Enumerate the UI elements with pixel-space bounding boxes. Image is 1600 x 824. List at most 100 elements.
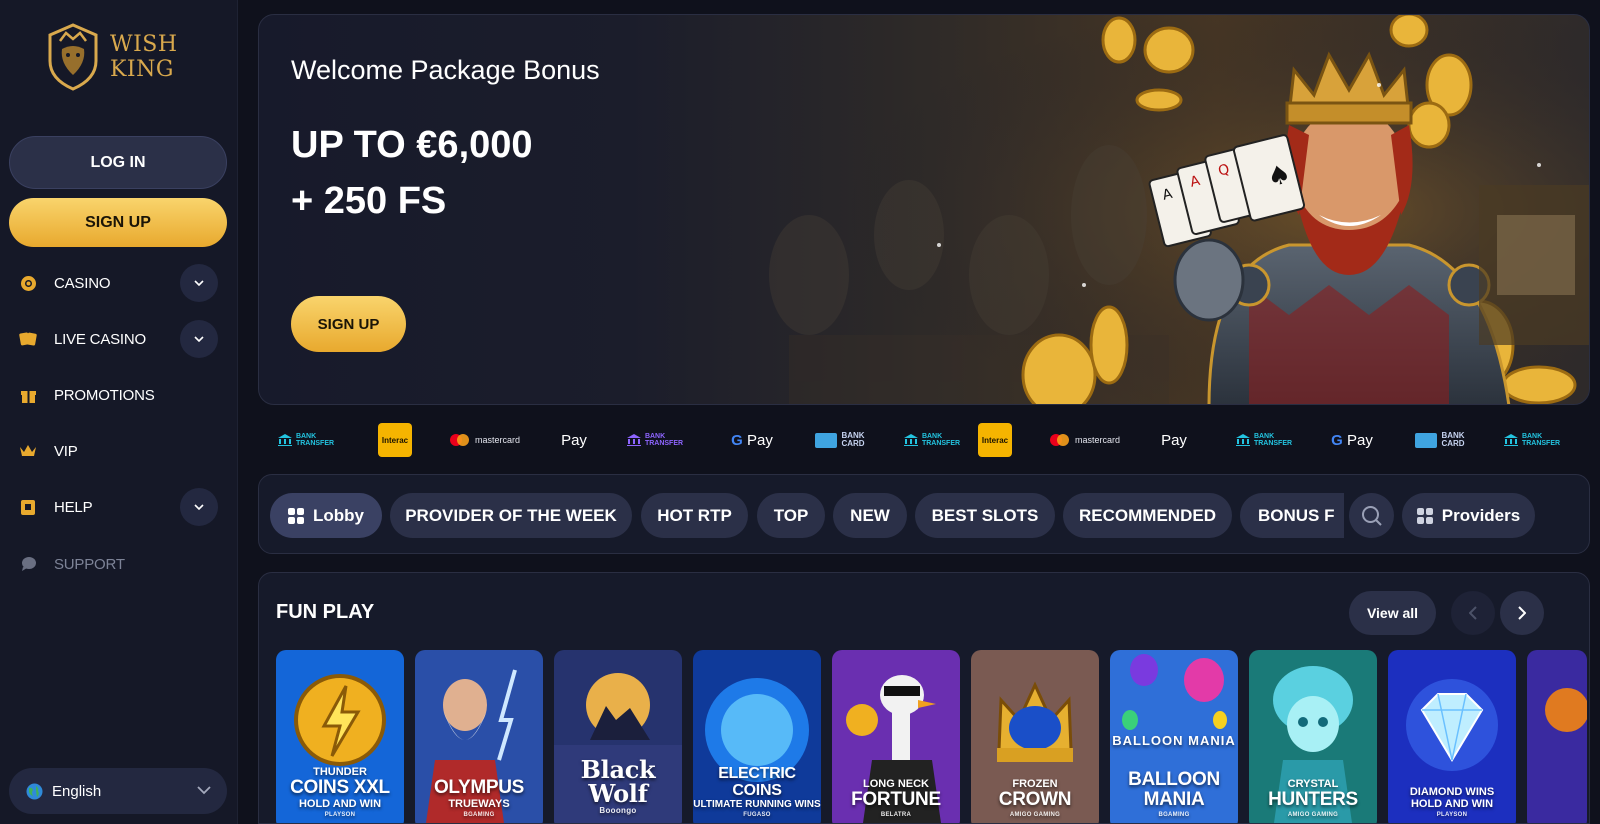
game-thumbnail bbox=[1527, 650, 1587, 823]
payment-label: Pay bbox=[1161, 431, 1187, 449]
tab-provider-of-the-week[interactable]: PROVIDER OF THE WEEK bbox=[390, 493, 632, 538]
game-title-pre: DIAMOND WINS bbox=[1409, 786, 1495, 798]
chevron-down-icon[interactable] bbox=[180, 320, 218, 358]
game-title-sub: TRUEWAYS bbox=[448, 798, 510, 810]
carousel-next-button[interactable] bbox=[1500, 591, 1544, 635]
sidebar-item-live-casino[interactable]: LIVE CASINO bbox=[18, 319, 220, 359]
sidebar-item-help[interactable]: HELP bbox=[18, 487, 220, 527]
payment-label: BANK bbox=[644, 433, 666, 440]
chevron-down-icon[interactable] bbox=[180, 488, 218, 526]
card-icon bbox=[815, 432, 838, 448]
game-card[interactable] bbox=[1527, 650, 1587, 823]
game-card[interactable]: THUNDER COINS XXL HOLD AND WIN PLAYSON bbox=[276, 650, 404, 823]
bank-transfer-logo: BANK TRANSFER bbox=[626, 418, 683, 462]
brand-logo[interactable]: WISH KING bbox=[44, 20, 194, 94]
game-card[interactable]: BALLOON MANIA BALLOON MANIA BGAMING bbox=[1110, 650, 1238, 823]
bank-transfer-logo: BANK TRANSFER bbox=[902, 418, 962, 462]
game-card[interactable]: OLYMPUS TRUEWAYS BGAMING bbox=[415, 650, 543, 823]
language-selector[interactable]: English bbox=[9, 768, 227, 814]
game-card[interactable]: Black Wolf Booongo bbox=[554, 650, 682, 823]
tab-label: Lobby bbox=[313, 505, 364, 525]
cards-icon bbox=[18, 329, 38, 349]
game-provider: BGAMING bbox=[463, 812, 495, 818]
payment-label: Interac bbox=[378, 423, 412, 457]
tab-bonus[interactable]: BONUS F bbox=[1240, 493, 1344, 538]
game-provider: PLAYSON bbox=[324, 812, 356, 818]
sidebar-item-label: CASINO bbox=[54, 274, 111, 292]
payment-label: TRANSFER bbox=[644, 440, 684, 447]
game-title: THUNDER COINS XXL HOLD AND WIN PLAYSON bbox=[276, 766, 404, 820]
sidebar-item-vip[interactable]: VIP bbox=[18, 431, 220, 471]
providers-button[interactable]: Providers bbox=[1402, 493, 1535, 538]
games-carousel: THUNDER COINS XXL HOLD AND WIN PLAYSON O… bbox=[276, 650, 1589, 823]
game-title: CRYSTAL HUNTERS AMIGO GAMING bbox=[1249, 778, 1377, 820]
apple-pay-logo: Pay bbox=[554, 418, 594, 462]
sidebar-item-promotions[interactable]: PROMOTIONS bbox=[18, 375, 220, 415]
game-card[interactable]: LONG NECK FORTUNE BELATRA bbox=[832, 650, 960, 823]
search-button[interactable] bbox=[1349, 493, 1394, 538]
hero-amount-line1: UP TO €6,000 bbox=[291, 124, 533, 166]
google-pay-logo: G Pay bbox=[1330, 418, 1374, 462]
payment-label: BANK bbox=[1521, 433, 1543, 440]
chevron-down-icon[interactable] bbox=[180, 264, 218, 302]
payment-label: TRANSFER bbox=[1253, 440, 1293, 447]
sidebar-item-casino[interactable]: CASINO bbox=[18, 263, 220, 303]
hero-signup-button[interactable]: SIGN UP bbox=[291, 296, 406, 352]
game-title-main: ELECTRIC COINS bbox=[718, 765, 796, 799]
hero-amount: UP TO €6,000 + 250 FS bbox=[291, 117, 533, 229]
tab-top[interactable]: TOP bbox=[757, 493, 825, 538]
brand-name: WISH KING bbox=[110, 32, 178, 82]
tab-recommended[interactable]: RECOMMENDED bbox=[1063, 493, 1232, 538]
game-title: FROZEN CROWN AMIGO GAMING bbox=[971, 778, 1099, 820]
sidebar-item-label: LIVE CASINO bbox=[54, 330, 146, 348]
bank-icon bbox=[1503, 434, 1518, 446]
apple-pay-logo: Pay bbox=[1154, 418, 1194, 462]
help-icon bbox=[18, 497, 38, 517]
brand-line2: KING bbox=[110, 57, 174, 82]
carousel-prev-button[interactable] bbox=[1451, 591, 1495, 635]
hero-amount-line2: + 250 FS bbox=[291, 180, 447, 222]
mastercard-logo: mastercard bbox=[450, 418, 520, 462]
google-g-icon: G bbox=[731, 431, 743, 449]
game-title-sub: ULTIMATE RUNNING WINS bbox=[693, 799, 821, 810]
game-provider: BELATRA bbox=[880, 812, 912, 818]
gift-icon bbox=[18, 385, 38, 405]
sidebar-item-support[interactable]: SUPPORT bbox=[18, 544, 220, 584]
signup-button[interactable]: SIGN UP bbox=[9, 198, 227, 247]
tab-best-slots[interactable]: BEST SLOTS bbox=[915, 493, 1055, 538]
hero-banner: ♠ A A Q Welcome Package Bonus UP TO €6,0… bbox=[258, 14, 1590, 405]
game-provider: Booongo bbox=[599, 806, 637, 815]
game-card[interactable]: CRYSTAL HUNTERS AMIGO GAMING bbox=[1249, 650, 1377, 823]
fun-play-section: FUN PLAY View all THUNDER COINS XXL HOLD… bbox=[258, 572, 1590, 824]
tab-lobby[interactable]: Lobby bbox=[270, 493, 382, 538]
game-title-sub: HOLD AND WIN bbox=[298, 798, 382, 810]
game-title: LONG NECK FORTUNE BELATRA bbox=[832, 778, 960, 820]
sidebar-item-label: PROMOTIONS bbox=[54, 386, 155, 404]
hero-title: Welcome Package Bonus bbox=[291, 55, 600, 85]
tab-hot-rtp[interactable]: HOT RTP bbox=[641, 493, 748, 538]
mastercard-icon bbox=[450, 434, 470, 446]
section-title: FUN PLAY bbox=[276, 601, 375, 623]
king-illustration: ♠ A A Q bbox=[689, 15, 1589, 404]
payment-label: mastercard bbox=[1075, 435, 1121, 445]
game-card[interactable]: ELECTRIC COINS ULTIMATE RUNNING WINS FUG… bbox=[693, 650, 821, 823]
game-card[interactable]: DIAMOND WINS HOLD AND WIN PLAYSON bbox=[1388, 650, 1516, 823]
game-card[interactable]: FROZEN CROWN AMIGO GAMING bbox=[971, 650, 1099, 823]
bank-card-logo: BANK CARD bbox=[814, 418, 866, 462]
interac-logo: Interac bbox=[978, 418, 1012, 462]
game-title-main: OLYMPUS bbox=[433, 777, 525, 798]
login-button[interactable]: LOG IN bbox=[9, 136, 227, 189]
game-title-main: CROWN bbox=[998, 789, 1072, 810]
tab-new[interactable]: NEW bbox=[833, 493, 907, 538]
google-g-icon: G bbox=[1331, 431, 1343, 449]
game-provider: PLAYSON bbox=[1436, 812, 1468, 818]
payment-label: BANK bbox=[295, 433, 317, 440]
game-title: DIAMOND WINS HOLD AND WIN PLAYSON bbox=[1388, 786, 1516, 820]
payment-label: TRANSFER bbox=[921, 440, 961, 447]
google-pay-logo: G Pay bbox=[730, 418, 774, 462]
view-all-button[interactable]: View all bbox=[1349, 591, 1436, 635]
interac-logo: Interac bbox=[378, 418, 412, 462]
sidebar-item-label: SUPPORT bbox=[54, 555, 125, 573]
payment-label: Interac bbox=[978, 423, 1012, 457]
payment-label: Pay bbox=[746, 431, 773, 449]
